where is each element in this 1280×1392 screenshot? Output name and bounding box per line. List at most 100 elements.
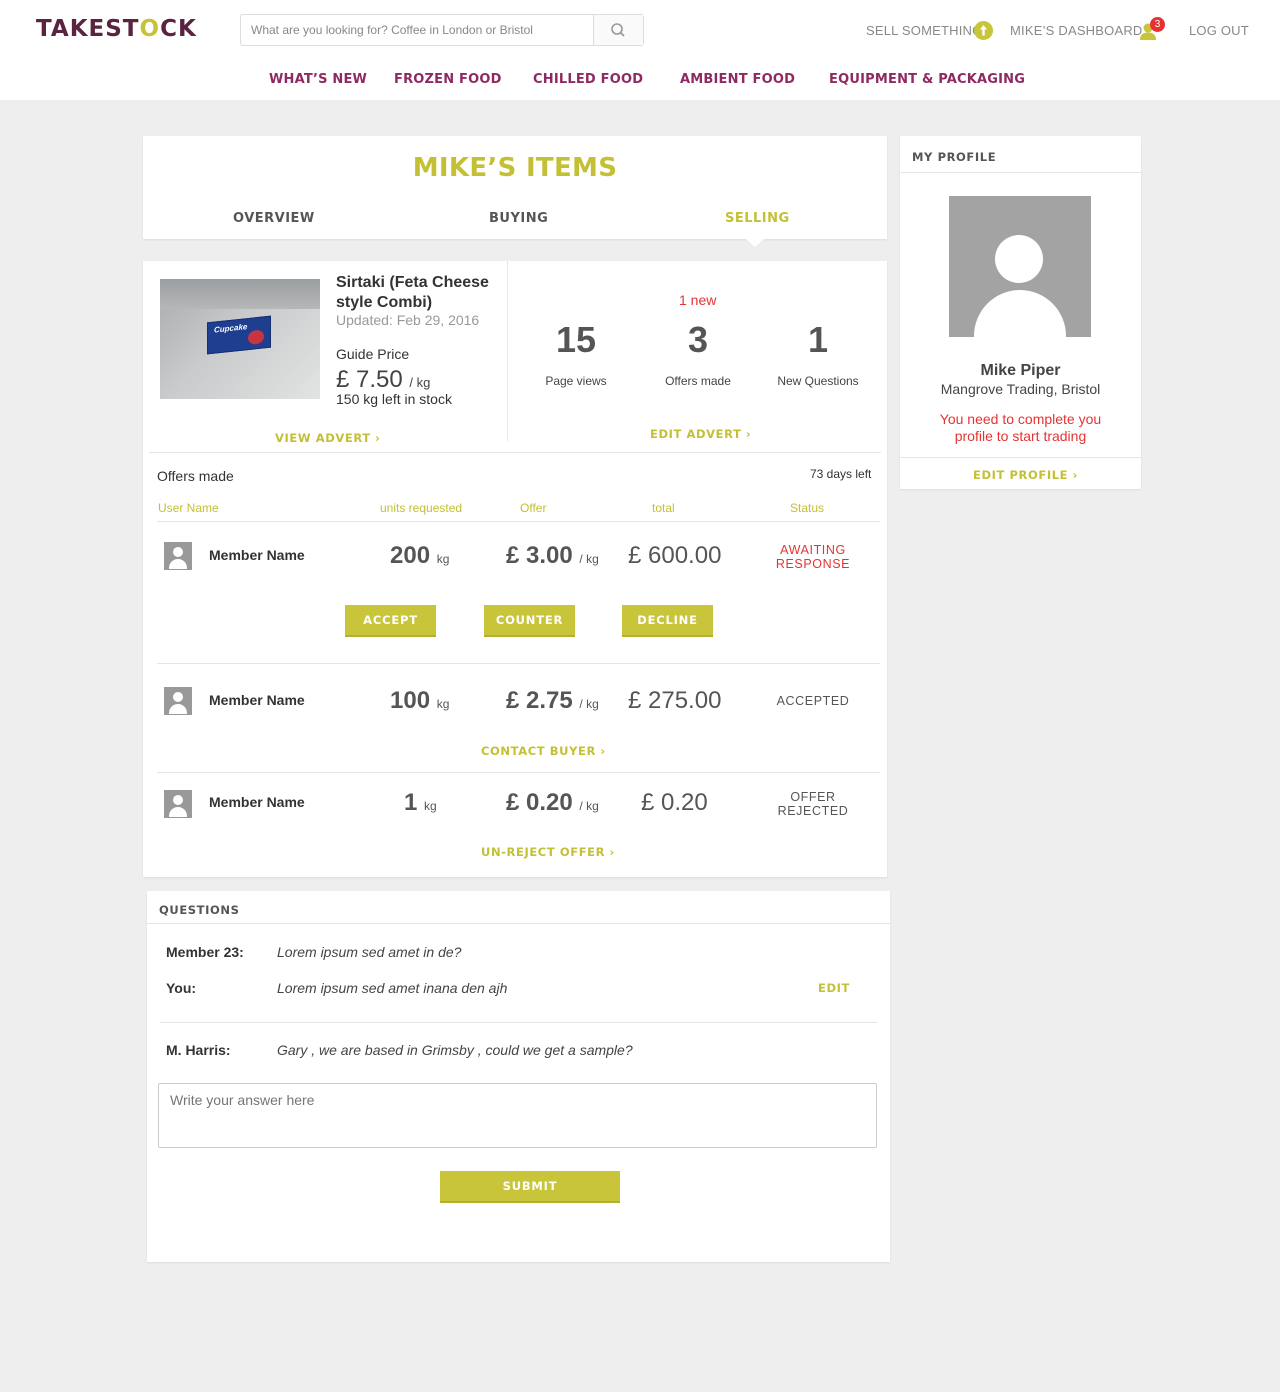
offer-value: £ 0.20 [506,789,573,816]
days-left: 73 days left [810,467,872,481]
counter-button[interactable]: COUNTER [484,605,575,635]
view-advert-label: VIEW ADVERT [275,431,371,445]
questions-card: QUESTIONS Member 23: Lorem ipsum sed ame… [147,891,890,1262]
profile-avatar[interactable] [949,196,1091,337]
offer-total: £ 600.00 [628,542,722,569]
offers-title: Offers made [157,468,234,484]
col-units-requested: units requested [380,501,463,515]
stat-page-views-value: 15 [555,319,597,360]
search-icon [611,23,625,37]
member-name[interactable]: Member Name [209,794,305,810]
status-badge: OFFER REJECTED [758,790,868,818]
questions-title: QUESTIONS [159,903,240,917]
profile-company: Mangrove Trading, Bristol [940,381,1101,397]
search-button[interactable] [593,15,643,45]
contact-buyer-link[interactable]: CONTACT BUYER › [481,742,606,760]
guide-price: £ 7.50 / kg [336,366,430,394]
product-package: Cupcake [207,315,271,355]
edit-profile-label: EDIT PROFILE [973,468,1069,482]
chevron-right-icon: › [1072,468,1078,482]
nav-whats-new[interactable]: WHAT’S NEW [269,72,367,87]
stat-page-views-label: Page views [545,374,607,388]
units-unit: kg [436,697,450,711]
listing-card: Cupcake Sirtaki (Feta Cheese style Combi… [143,261,887,877]
stat-questions-label: New Questions [777,374,859,388]
stat-offers-value: 3 [687,319,709,360]
status-badge: ACCEPTED [758,694,868,708]
package-label: Cupcake [214,322,248,335]
units-unit: kg [424,799,437,813]
edit-advert-link[interactable]: EDIT ADVERT › [650,425,751,443]
edit-advert-label: EDIT ADVERT [650,427,742,441]
offer-price: £ 0.20 / kg [506,789,599,817]
member-avatar-icon [164,687,192,715]
divider [160,1022,877,1023]
offer-unit: / kg [579,552,599,566]
offer-price: £ 2.75 / kg [506,687,599,715]
product-divider [507,261,508,441]
status-line-1: AWAITING [780,543,846,557]
package-graphic [248,329,264,346]
profile-heading: MY PROFILE [912,150,997,164]
question-author: M. Harris: [166,1042,231,1058]
view-advert-link[interactable]: VIEW ADVERT › [275,429,381,447]
units-requested: 1 kg [404,789,437,817]
divider [157,521,880,522]
units-unit: kg [436,552,450,566]
offer-value: £ 3.00 [506,542,573,569]
guide-price-value: £ 7.50 [336,366,403,393]
edit-profile-link[interactable]: EDIT PROFILE › [973,466,1078,484]
nav-ambient-food[interactable]: AMBIENT FOOD [680,72,795,87]
stat-questions-value: 1 [807,319,829,360]
tab-buying[interactable]: BUYING [489,211,548,226]
tab-selling[interactable]: SELLING [725,211,790,226]
guide-price-unit: / kg [409,375,431,390]
search-input[interactable] [241,15,593,45]
nav-frozen-food[interactable]: FROZEN FOOD [394,72,502,87]
nav-equipment-packaging[interactable]: EQUIPMENT & PACKAGING [829,72,1025,87]
status-line-1: ACCEPTED [776,694,850,708]
unreject-offer-label: UN-REJECT OFFER [481,845,606,859]
items-header-card: MIKE’S ITEMS OVERVIEW BUYING SELLING [143,136,887,239]
nav-chilled-food[interactable]: CHILLED FOOD [533,72,643,87]
new-offers-badge: 1 new [679,292,717,308]
edit-answer-link[interactable]: EDIT [818,981,850,995]
member-name[interactable]: Member Name [209,692,305,708]
col-status: Status [790,501,825,515]
col-offer: Offer [520,501,547,515]
status-line-2: REJECTED [777,804,849,818]
col-total: total [652,501,675,515]
upload-icon[interactable] [974,21,993,40]
divider [900,172,1141,173]
decline-button[interactable]: DECLINE [622,605,713,635]
units-requested: 200 kg [390,542,449,570]
stock-left: 150 kg left in stock [336,391,452,407]
unreject-offer-link[interactable]: UN-REJECT OFFER › [481,843,615,861]
units-value: 100 [390,687,431,714]
page-title: MIKE’S ITEMS [412,153,618,183]
accept-button[interactable]: ACCEPT [345,605,436,635]
offer-total: £ 275.00 [628,687,722,714]
submit-button[interactable]: SUBMIT [440,1171,620,1201]
status-line-2: RESPONSE [775,557,851,571]
stat-offers-label: Offers made [665,374,731,388]
contact-buyer-label: CONTACT BUYER [481,744,596,758]
product-image[interactable]: Cupcake [160,279,320,399]
member-name[interactable]: Member Name [209,547,305,563]
chevron-right-icon: › [600,744,606,758]
chevron-right-icon: › [745,427,752,441]
chevron-right-icon: › [609,845,615,859]
question-author: Member 23: [166,944,244,960]
dashboard-link[interactable]: MIKE’S DASHBOARD [1010,23,1143,38]
logout-link[interactable]: LOG OUT [1189,23,1249,38]
answer-input[interactable] [158,1083,877,1148]
divider [157,772,880,773]
divider [157,663,880,664]
takestock-logo[interactable]: TAKESTOCK [36,16,197,42]
product-name[interactable]: Sirtaki (Feta Cheese style Combi) [336,273,496,313]
offer-unit: / kg [579,697,599,711]
offer-price: £ 3.00 / kg [506,542,599,570]
sell-something-link[interactable]: SELL SOMETHING [866,23,982,38]
tab-overview[interactable]: OVERVIEW [233,211,315,226]
active-tab-pointer [746,239,764,247]
